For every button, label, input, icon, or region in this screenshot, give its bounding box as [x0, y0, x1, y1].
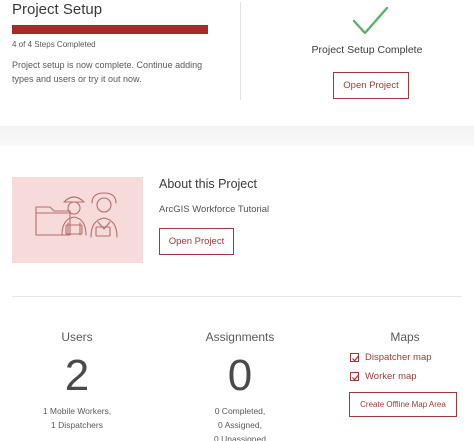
dispatchers-count: 1 Dispatchers: [51, 420, 103, 430]
checkbox-checked-icon: [350, 353, 360, 362]
open-project-button[interactable]: Open Project: [333, 72, 409, 99]
users-stat: Users 2 1 Mobile Workers, 1 Dispatchers: [22, 330, 132, 432]
maps-title: Maps: [390, 330, 420, 344]
assignments-detail: 0 Completed, 0 Assigned, 0 Unassigned: [185, 404, 295, 441]
setup-complete-title: Project Setup Complete: [311, 44, 423, 56]
worker-map-label: Worker map: [365, 371, 417, 382]
completed-count: 0 Completed,: [214, 406, 266, 416]
section-separator: [0, 126, 474, 146]
workforce-project-page: Project Setup 4 of 4 Steps Completed Pro…: [0, 0, 474, 441]
create-offline-map-area-button[interactable]: Create Offline Map Area: [349, 392, 457, 417]
mobile-workers-count: 1 Mobile Workers,: [42, 406, 112, 416]
setup-description: Project setup is now complete. Continue …: [12, 60, 203, 84]
project-setup-card: Project Setup 4 of 4 Steps Completed Pro…: [0, 0, 474, 118]
dispatcher-map-link[interactable]: Dispatcher map: [350, 352, 432, 363]
stats-divider: [12, 296, 462, 297]
project-name: ArcGIS Workforce Tutorial: [159, 204, 270, 215]
users-count: 2: [64, 351, 90, 400]
assigned-count: 0 Assigned,: [218, 420, 262, 430]
users-label: Users: [61, 330, 93, 344]
assignments-stat: Assignments 0 0 Completed, 0 Assigned, 0…: [185, 330, 295, 441]
worker-map-link[interactable]: Worker map: [350, 371, 417, 382]
unassigned-count: 0 Unassigned: [214, 434, 266, 441]
users-detail: 1 Mobile Workers, 1 Dispatchers: [22, 404, 132, 432]
checkbox-checked-icon: [350, 372, 360, 381]
about-title: About this Project: [159, 177, 257, 191]
setup-progress-fill: [12, 25, 208, 34]
steps-completed-text: 4 of 4 Steps Completed: [12, 40, 96, 49]
setup-divider: [240, 2, 241, 100]
setup-title: Project Setup: [12, 1, 103, 18]
checkmark-icon: [352, 6, 389, 35]
dispatcher-map-label: Dispatcher map: [365, 352, 432, 363]
setup-progress-bar: [12, 25, 208, 34]
assignments-count: 0: [227, 351, 253, 400]
assignments-label: Assignments: [205, 330, 275, 344]
team-illustration-icon: [12, 177, 143, 263]
about-open-project-button[interactable]: Open Project: [159, 228, 234, 255]
